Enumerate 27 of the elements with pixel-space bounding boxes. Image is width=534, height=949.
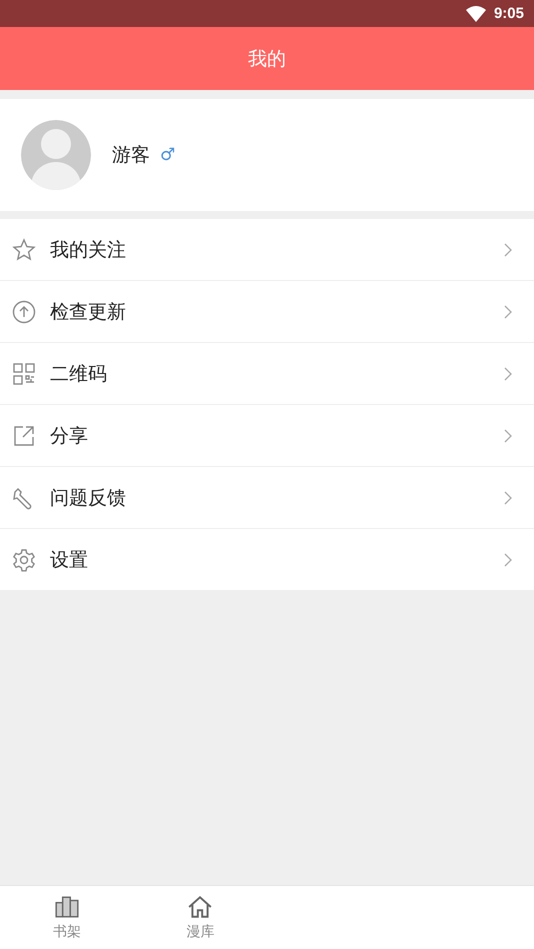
chevron-icon: [504, 366, 512, 380]
menu-item[interactable]: 我的关注: [0, 219, 534, 281]
home-icon: [187, 894, 214, 920]
bookshelf-icon: [54, 894, 80, 920]
header-title: 我的: [248, 46, 286, 72]
menu-item[interactable]: 二维码: [0, 343, 534, 405]
share-icon: [12, 424, 36, 448]
menu-item[interactable]: 问题反馈: [0, 467, 534, 529]
chevron-icon: [504, 242, 512, 256]
status-time: 9:05: [494, 5, 524, 22]
chevron-icon: [504, 490, 512, 504]
upload-icon: [12, 300, 36, 324]
menu-item[interactable]: 分享: [0, 405, 534, 467]
tab[interactable]: 书架: [0, 886, 134, 949]
chevron-icon: [504, 304, 512, 318]
tab[interactable]: 漫库: [134, 886, 267, 949]
settings-icon: [12, 548, 36, 572]
star-icon: [12, 238, 36, 262]
qr-code-icon: [12, 362, 36, 386]
avatar-icon[interactable]: [21, 120, 91, 190]
chevron-icon: [504, 552, 512, 566]
menu-item[interactable]: 检查更新: [0, 281, 534, 343]
gender-symbol: ♂: [160, 145, 176, 165]
chevron-icon: [504, 428, 512, 442]
wifi-icon: [466, 6, 486, 22]
user-name: 游客: [112, 143, 150, 168]
menu-item[interactable]: 设置: [0, 529, 534, 590]
